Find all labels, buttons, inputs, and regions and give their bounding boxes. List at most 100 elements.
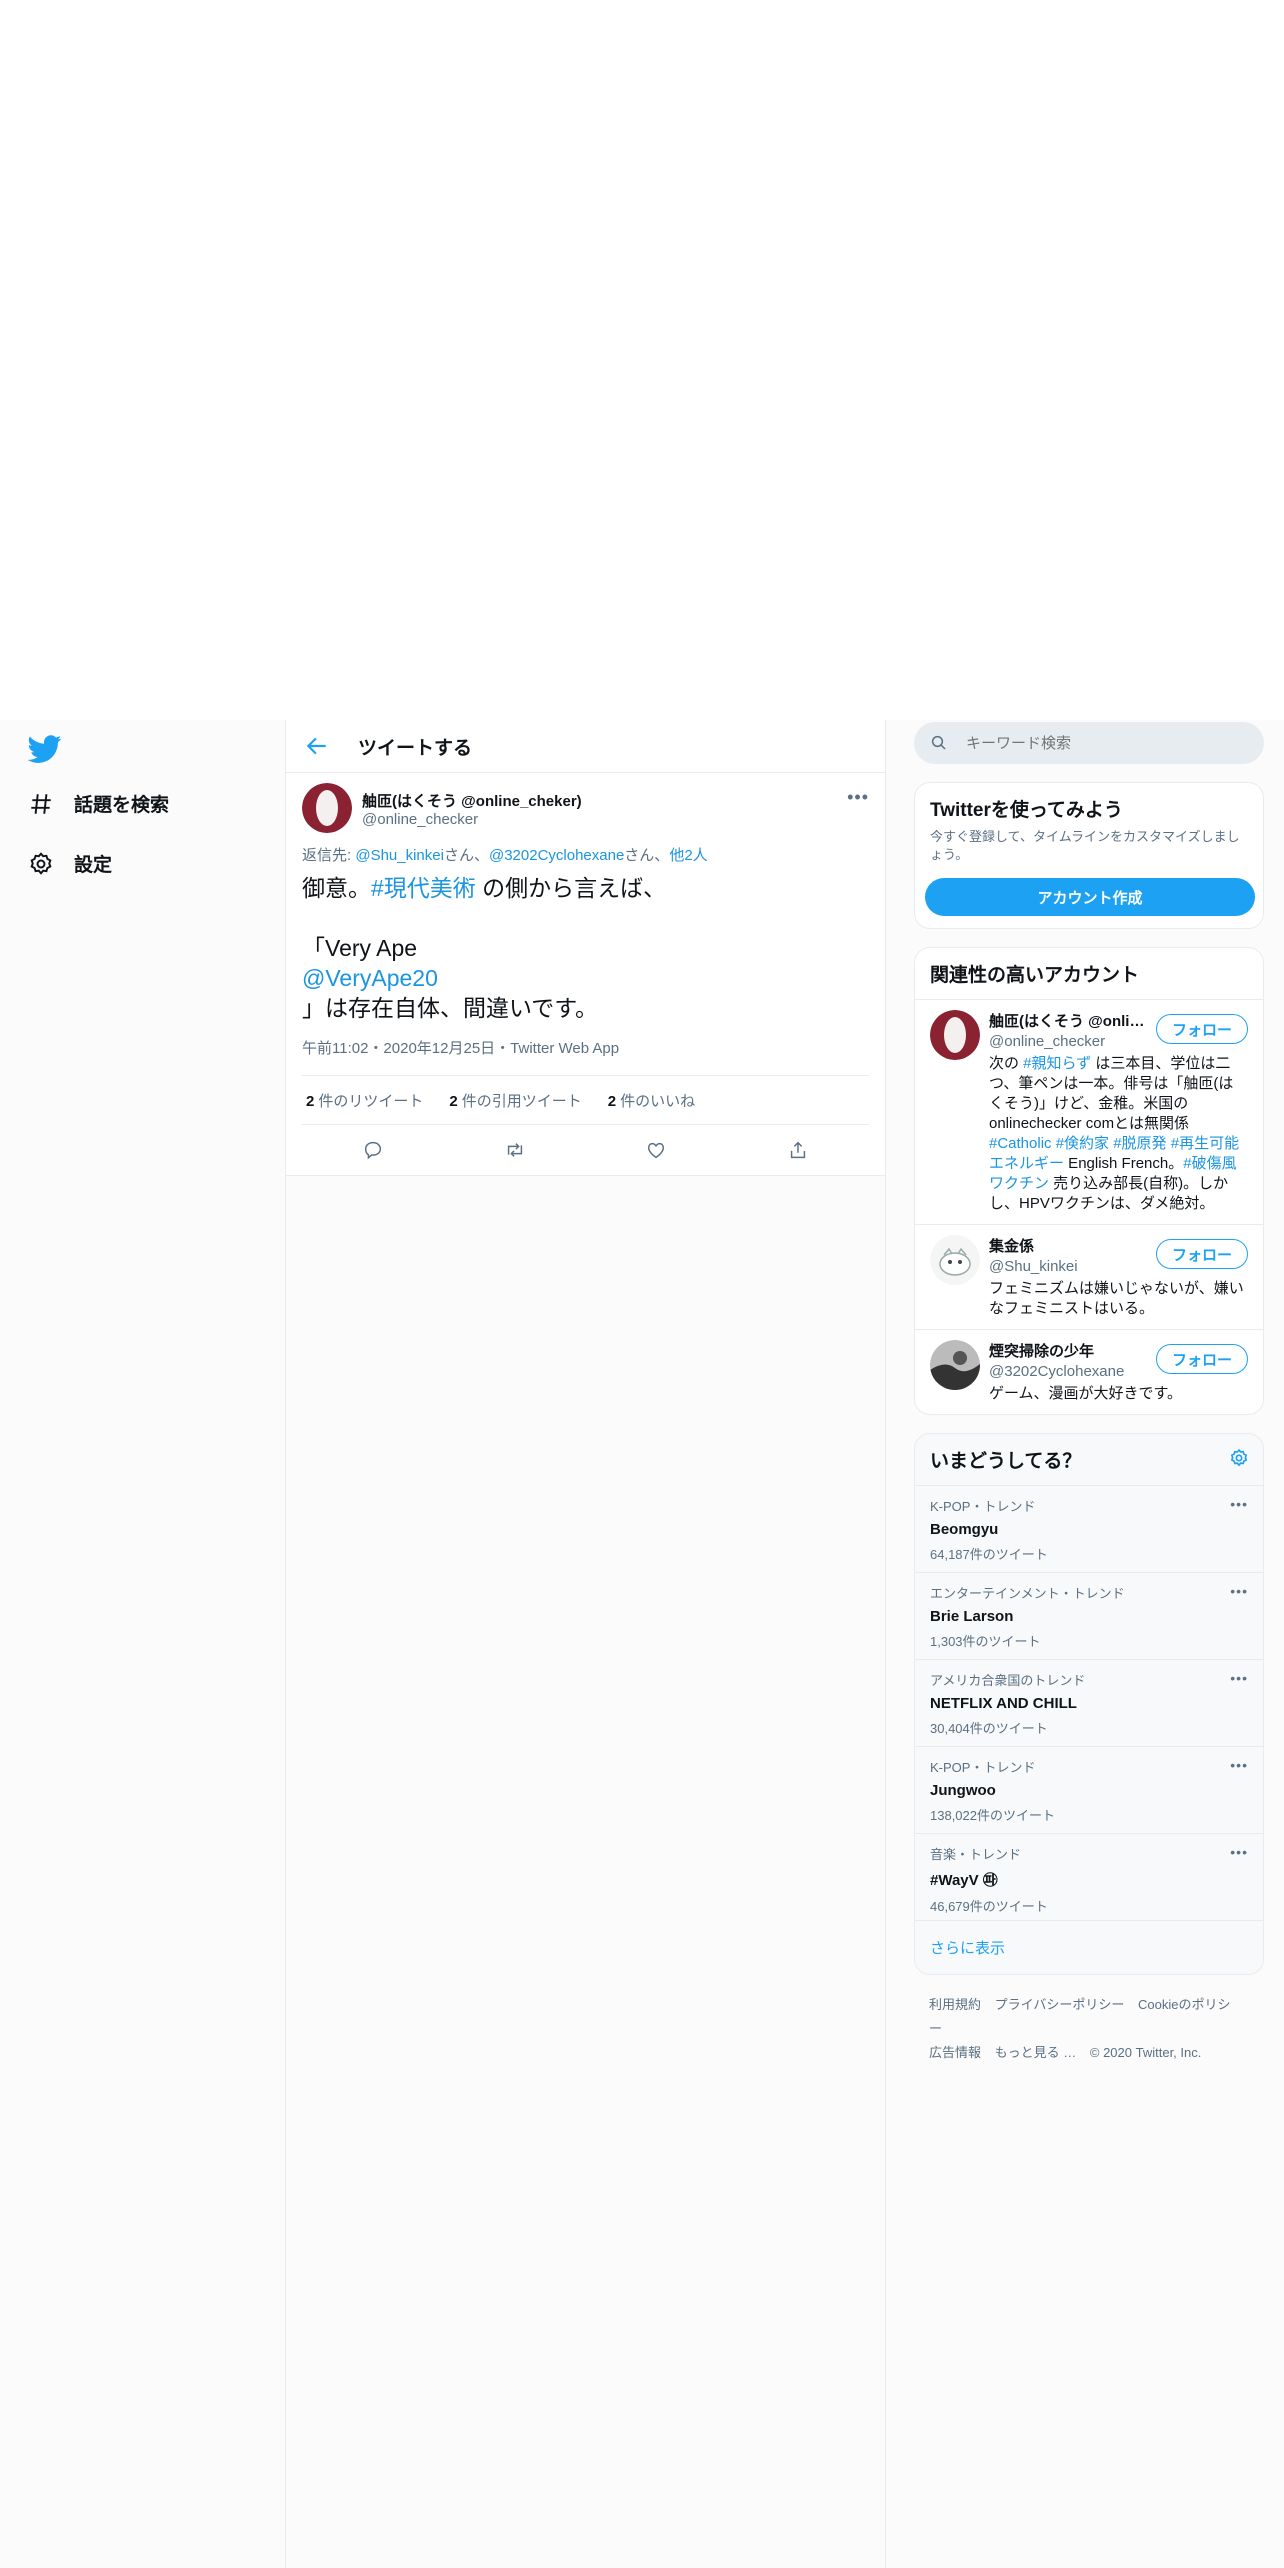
trend-item[interactable]: エンターテインメント・トレンド Brie Larson 1,303件のツイート … [915,1573,1263,1660]
search-icon [931,735,946,750]
footer: 利用規約 プライバシーポリシー Cookieのポリシー 広告情報 もっと見る …… [914,1975,1264,2065]
account-bio: 次の #親知らず は三本目、学位は二つ、筆ペンは一本。俳号は「舳匝(はくそう)」… [989,1054,1248,1214]
reply-mention-2[interactable]: @3202Cyclohexane [489,847,624,864]
bio-text: 次の [989,1055,1024,1072]
trend-count: 1,303件のツイート [930,1634,1041,1649]
follow-button[interactable]: フォロー [1156,1344,1248,1374]
account-item[interactable]: 集金係 @Shu_kinkei フォロー フェミニズムは嫌いじゃないが、嫌いなフ… [915,1225,1263,1330]
create-account-button[interactable]: アカウント作成 [925,878,1255,916]
body-text-2: の側から言えば、 [475,875,667,901]
bio-hashtag[interactable]: #親知らず [1023,1055,1091,1072]
account-bio: フェミニズムは嫌いじゃないが、嫌いなフェミニストはいる。 [989,1280,1244,1317]
avatar[interactable] [930,1235,980,1285]
gear-icon [30,851,52,875]
trend-category: エンターテインメント・トレンド [930,1586,1125,1601]
trend-name: #WayV ㉺ [930,1872,998,1889]
body-mention[interactable]: @VeryApe20 [302,965,438,991]
trends-title-text: いまどうしてる？ [930,1451,1082,1472]
main-column: ツイートする 舳匝(はくそう @online_cheker) @online_c… [285,720,886,2568]
quote-count: 2 [449,1092,458,1110]
trend-item[interactable]: アメリカ合衆国のトレンド NETFLIX AND CHILL 30,404件のツ… [915,1660,1263,1747]
like-stat[interactable]: 2 件のいいね [604,1090,695,1111]
tweet-body: 御意。#現代美術 の側から言えば、 「Very Ape @VeryApe20 」… [302,873,869,1023]
body-line-3: 「Very Ape [302,935,418,961]
more-options-icon[interactable]: ••• [1230,1583,1248,1599]
account-name: 舳匝(はくそう @onlin... [989,1013,1149,1030]
reply-separator-2: さん、 [624,847,670,864]
join-description: 今すぐ登録して、タイムラインをカスタマイズしましょう。 [930,829,1240,862]
more-options-icon[interactable]: ••• [1230,1757,1248,1773]
footer-ads-link[interactable]: 広告情報 [929,2045,981,2060]
nav-settings[interactable]: 設定 [28,850,112,877]
more-options-icon[interactable]: ••• [1230,1844,1248,1860]
right-sidebar: Twitterを使ってみよう 今すぐ登録して、タイムラインをカスタマイズしましょ… [914,720,1264,2065]
like-count: 2 [607,1092,617,1110]
reply-others-link[interactable]: 他2人 [669,847,707,864]
trend-name: Brie Larson [930,1608,1014,1625]
trend-item[interactable]: K-POP・トレンド Jungwoo 138,022件のツイート ••• [915,1747,1263,1834]
trends-card: いまどうしてる？ K-POP・トレンド Beomgyu 64,187件のツイート… [914,1433,1264,1975]
search-box[interactable] [914,722,1264,764]
heart-icon[interactable] [645,1139,667,1161]
trend-name: NETFLIX AND CHILL [930,1695,1077,1712]
more-options-icon[interactable]: ••• [847,787,869,808]
trend-count: 64,187件のツイート [930,1547,1048,1562]
related-title: 関連性の高いアカウント [915,948,1263,1000]
hashtag-icon [31,793,51,814]
tweet-stats: 2 件のリツイート 2 件の引用ツイート 2 件のいいね [302,1075,869,1125]
twitter-logo-icon[interactable] [28,732,62,766]
show-more-link[interactable]: さらに表示 [915,1921,1263,1974]
more-options-icon[interactable]: ••• [1230,1496,1248,1512]
account-name: 煙突掃除の少年 [989,1343,1095,1360]
footer-copyright: © 2020 Twitter, Inc. [1089,2045,1202,2060]
retweet-count: 2 [306,1092,315,1110]
avatar[interactable] [930,1010,980,1060]
related-accounts-card: 関連性の高いアカウント 舳匝(はくそう @onlin... @online_ch… [914,947,1264,1415]
author-handle[interactable]: @online_checker [362,811,478,828]
trend-count: 30,404件のツイート [930,1721,1048,1736]
retweet-label: 件のリツイート [318,1092,424,1110]
follow-button[interactable]: フォロー [1156,1239,1248,1269]
share-icon[interactable] [787,1139,809,1161]
join-title: Twitterを使ってみよう [930,800,1123,821]
search-input[interactable] [964,733,1228,753]
retweet-icon[interactable] [504,1139,526,1161]
body-hashtag[interactable]: #現代美術 [371,875,476,901]
more-options-icon[interactable]: ••• [1230,1670,1248,1686]
follow-button[interactable]: フォロー [1156,1014,1248,1044]
account-item[interactable]: 舳匝(はくそう @onlin... @online_checker フォロー 次… [915,1000,1263,1225]
trend-count: 46,679件のツイート [930,1899,1048,1914]
account-item[interactable]: 煙突掃除の少年 @3202Cyclohexane フォロー ゲーム、漫画が大好き… [915,1330,1263,1414]
tweet-timestamp[interactable]: 午前11:02・2020年12月25日・Twitter Web App [302,1037,869,1061]
trend-count: 138,022件のツイート [930,1808,1055,1823]
quote-label: 件の引用ツイート [461,1092,582,1110]
join-card: Twitterを使ってみよう 今すぐ登録して、タイムラインをカスタマイズしましょ… [914,782,1264,929]
page-title: ツイートする [358,737,473,759]
trend-name: Beomgyu [930,1521,999,1538]
nav-settings-label: 設定 [74,855,113,876]
avatar[interactable] [930,1340,980,1390]
trends-settings-gear-icon[interactable] [1229,1448,1249,1468]
body-line-5: 」は存在自体、間違いです。 [302,995,599,1021]
footer-privacy-link[interactable]: プライバシーポリシー [995,1997,1125,2012]
quote-stat[interactable]: 2 件の引用ツイート [445,1090,581,1111]
reply-prefix: 返信先: [302,847,356,864]
like-label: 件のいいね [620,1092,696,1110]
footer-more-link[interactable]: もっと見る … [995,2045,1077,2060]
trend-item[interactable]: K-POP・トレンド Beomgyu 64,187件のツイート ••• [915,1486,1263,1573]
reply-icon[interactable] [362,1139,384,1161]
reply-mention-1[interactable]: @Shu_kinkei [355,847,444,864]
tweet-actions [302,1125,869,1175]
body-text-1: 御意。 [302,875,371,901]
account-name: 集金係 [989,1238,1035,1255]
trend-category: 音楽・トレンド [930,1847,1022,1862]
footer-terms-link[interactable]: 利用規約 [929,1997,981,2012]
nav-explore-label: 話題を検索 [74,795,170,816]
retweet-stat[interactable]: 2 件のリツイート [302,1090,423,1111]
author-name[interactable]: 舳匝(はくそう @online_cheker) [362,790,582,811]
avatar[interactable] [302,783,352,833]
back-arrow-icon[interactable] [304,733,330,759]
nav-explore[interactable]: 話題を検索 [28,790,169,817]
trend-item[interactable]: 音楽・トレンド #WayV ㉺ 46,679件のツイート ••• [915,1834,1263,1921]
tweet: 舳匝(はくそう @online_cheker) @online_checker … [286,773,885,1176]
